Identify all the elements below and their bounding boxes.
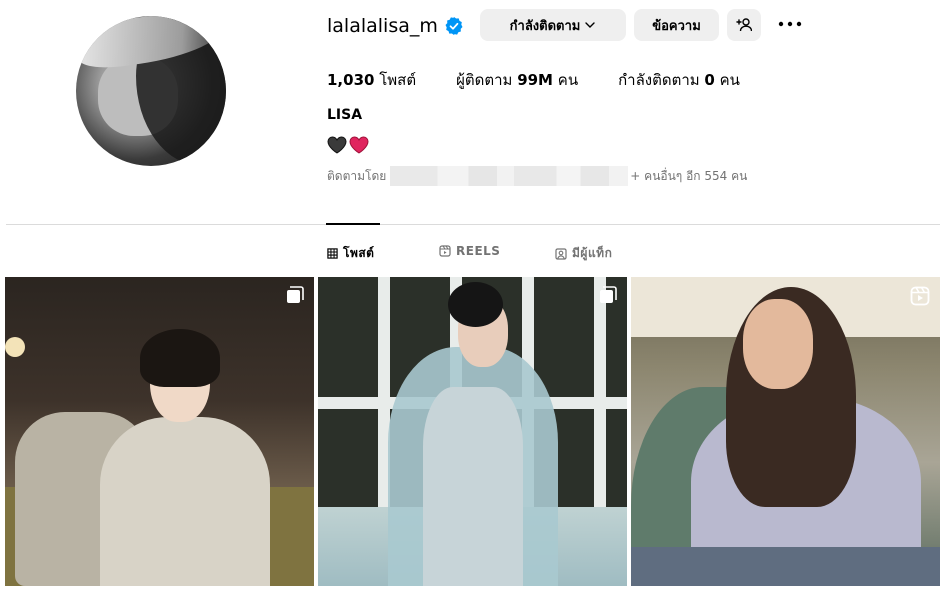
- reels-icon: [439, 245, 451, 257]
- redacted-followers: [390, 166, 629, 186]
- followed-by-prefix: ติดตามโดย: [327, 168, 387, 183]
- post-tile[interactable]: [318, 277, 627, 586]
- tab-tagged[interactable]: มีผู้แท็ก: [555, 244, 612, 263]
- carousel-icon: [600, 286, 617, 303]
- followed-by[interactable]: ติดตามโดย + คนอื่นๆ อีก 554 คน: [327, 166, 747, 186]
- post-image: [631, 277, 940, 586]
- red-heart-icon: [349, 136, 369, 154]
- post-image: [5, 277, 314, 586]
- verified-badge-icon: [445, 17, 463, 35]
- profile-full-name: LISA: [327, 107, 363, 123]
- chevron-down-icon: [585, 22, 596, 28]
- message-button-label: ข้อความ: [652, 18, 701, 34]
- more-options-icon[interactable]: [775, 14, 805, 34]
- username: lalalalisa_m: [327, 15, 438, 37]
- following-stat[interactable]: กำลังติดตาม 0 คน: [618, 68, 740, 92]
- profile-stats: 1,030 โพสต์ ผู้ติดตาม 99M คน กำลังติดตาม…: [327, 68, 780, 92]
- post-image: [318, 277, 627, 586]
- followers-stat[interactable]: ผู้ติดตาม 99M คน: [456, 68, 578, 92]
- following-button-label: กำลังติดตาม: [509, 18, 581, 34]
- suggested-users-button[interactable]: [727, 9, 761, 41]
- tab-reels[interactable]: REELS: [439, 244, 500, 258]
- post-tile[interactable]: [5, 277, 314, 586]
- post-tile[interactable]: [631, 277, 940, 586]
- tab-posts[interactable]: โพสต์: [327, 244, 374, 263]
- active-tab-indicator: [326, 223, 380, 225]
- reel-icon: [910, 286, 930, 306]
- black-heart-icon: [327, 136, 347, 154]
- message-button[interactable]: ข้อความ: [634, 9, 719, 41]
- bio-emoji: [327, 136, 369, 154]
- followed-by-suffix: + คนอื่นๆ อีก 554 คน: [630, 168, 748, 183]
- tagged-icon: [555, 247, 567, 260]
- profile-tabs: โพสต์ REELS มีผู้แท็ก: [0, 244, 948, 260]
- grid-icon: [327, 248, 338, 259]
- person-add-icon: [736, 18, 752, 32]
- carousel-icon: [287, 286, 304, 303]
- username-row: lalalalisa_m: [327, 10, 464, 42]
- posts-stat: 1,030 โพสต์: [327, 71, 417, 89]
- tabs-divider: [6, 224, 940, 225]
- profile-avatar[interactable]: [76, 16, 226, 166]
- following-button[interactable]: กำลังติดตาม: [480, 9, 626, 41]
